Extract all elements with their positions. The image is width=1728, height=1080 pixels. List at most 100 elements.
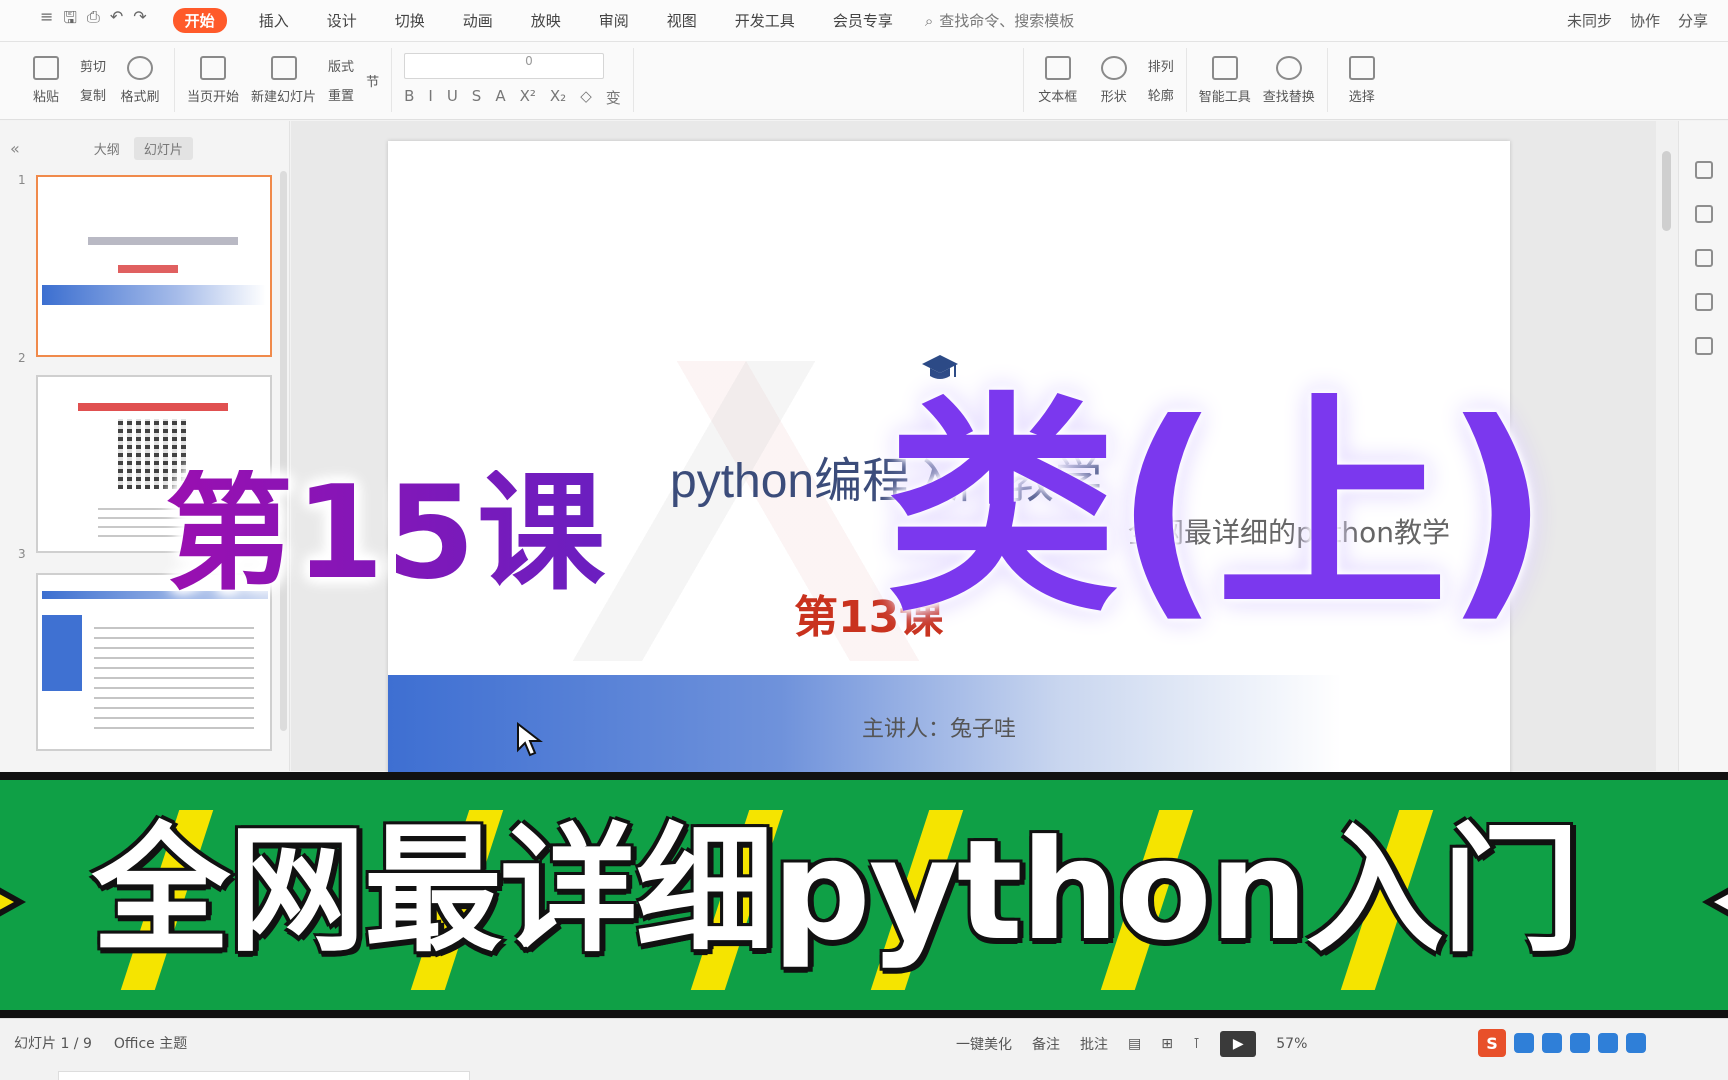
font-color-button[interactable]: A	[495, 87, 505, 108]
status-right: 一键美化 备注 批注 ▤ ⊞ ⊺ ▶ 57%	[956, 1031, 1307, 1057]
tray-icon[interactable]	[1570, 1033, 1590, 1053]
ribbon-group-font: 0 B I U S A X² X₂ ◇ 变	[392, 48, 634, 112]
sync-button[interactable]: 未同步	[1567, 10, 1612, 31]
banner-arrow-left-icon	[0, 882, 26, 922]
textbox-button[interactable]: 文本框	[1036, 55, 1080, 105]
notes-button[interactable]: 备注	[1032, 1034, 1060, 1054]
tab-developer[interactable]: 开发工具	[729, 8, 801, 33]
reading-view-icon[interactable]: ⊺	[1193, 1036, 1200, 1052]
history-icon[interactable]	[1695, 293, 1713, 311]
strike-button[interactable]: S	[472, 87, 482, 108]
select-button[interactable]: 选择	[1340, 55, 1384, 105]
paste-button[interactable]: 粘贴	[24, 55, 68, 105]
search-placeholder: 查找命令、搜索模板	[939, 12, 1075, 30]
tray-icon[interactable]	[1514, 1033, 1534, 1053]
find-replace-button[interactable]: 查找替换	[1262, 55, 1315, 105]
tab-review[interactable]: 审阅	[593, 8, 635, 33]
redo-icon[interactable]: ↷	[133, 7, 146, 34]
tab-outline[interactable]: 大纲	[94, 139, 120, 158]
tab-transition[interactable]: 切换	[389, 8, 431, 33]
cut-button[interactable]: 剪切	[80, 56, 106, 75]
slide-number: 2	[18, 351, 26, 365]
tab-slideshow[interactable]: 放映	[525, 8, 567, 33]
layout-button[interactable]: 版式	[328, 56, 354, 75]
underline-button[interactable]: U	[447, 87, 458, 108]
font-size-value: 0	[525, 53, 533, 68]
share-button[interactable]: 分享	[1678, 10, 1708, 31]
collab-button[interactable]: 协作	[1630, 10, 1660, 31]
new-slide-label: 新建幻灯片	[251, 89, 317, 105]
textbox-icon	[1044, 55, 1071, 80]
format-row: B I U S A X² X₂ ◇ 变	[404, 87, 621, 108]
bottom-edge-bar	[58, 1071, 470, 1080]
change-case-button[interactable]: 变	[606, 87, 621, 108]
play-current-button[interactable]: 当页开始	[187, 55, 240, 105]
sorter-view-icon[interactable]: ⊞	[1161, 1036, 1173, 1052]
zoom-control[interactable]: 57%	[1276, 1036, 1307, 1052]
properties-icon[interactable]	[1695, 161, 1713, 179]
section-button[interactable]: 节	[366, 71, 379, 90]
cursor-icon	[1348, 55, 1375, 80]
thumb-red-line	[78, 403, 228, 411]
new-slide-button[interactable]: 新建幻灯片	[251, 55, 317, 105]
find-replace-label: 查找替换	[1262, 89, 1315, 105]
clear-format-button[interactable]: ◇	[580, 87, 592, 108]
copy-button[interactable]: 复制	[80, 85, 106, 104]
tab-member[interactable]: 会员专享	[827, 8, 899, 33]
tray-icon[interactable]	[1542, 1033, 1562, 1053]
format-painter-button[interactable]: 格式刷	[118, 55, 162, 105]
outline-button[interactable]: 轮廓	[1148, 85, 1174, 104]
normal-view-icon[interactable]: ▤	[1128, 1036, 1141, 1052]
tray-icon[interactable]	[1598, 1033, 1618, 1053]
design-pane-icon[interactable]	[1695, 249, 1713, 267]
smart-tools-button[interactable]: 智能工具	[1198, 55, 1251, 105]
canvas-scrollbar[interactable]	[1656, 121, 1678, 771]
tab-home[interactable]: 开始	[172, 8, 227, 33]
collapse-panel-icon[interactable]: «	[10, 139, 20, 158]
comments-button[interactable]: 批注	[1080, 1034, 1108, 1054]
ime-logo-icon[interactable]: S	[1478, 1029, 1506, 1057]
superscript-button[interactable]: X²	[520, 87, 536, 108]
overlay-topic-title: 类(上)	[886, 373, 1550, 643]
save-icon[interactable]: 🖫	[63, 7, 77, 34]
mouse-cursor-icon	[517, 722, 543, 757]
slide-thumbnail-1[interactable]	[36, 175, 272, 357]
search-icon: ⌕	[924, 11, 934, 30]
ribbon-group-clipboard: 粘贴 剪切 复制 格式刷	[12, 48, 176, 112]
print-icon[interactable]: ⎙	[87, 7, 100, 34]
ribbon: 粘贴 剪切 复制 格式刷 当页开始 新建幻灯片 版式 重置 节 0 B I U …	[0, 42, 1728, 120]
animation-pane-icon[interactable]	[1695, 205, 1713, 223]
play-current-label: 当页开始	[187, 89, 240, 105]
arrange-button[interactable]: 排列	[1148, 56, 1174, 75]
italic-button[interactable]: I	[428, 87, 432, 108]
reset-button[interactable]: 重置	[328, 85, 354, 104]
smart-tools-label: 智能工具	[1198, 89, 1251, 105]
slide-presenter[interactable]: 主讲人：兔子哇	[862, 711, 1016, 743]
beautify-button[interactable]: 一键美化	[956, 1034, 1012, 1054]
menu-icon[interactable]: ≡	[40, 7, 53, 34]
tab-design[interactable]: 设计	[321, 8, 363, 33]
tab-slides[interactable]: 幻灯片	[133, 137, 193, 160]
tab-animation[interactable]: 动画	[457, 8, 499, 33]
ribbon-group-tools: 智能工具 查找替换	[1187, 48, 1328, 112]
slideshow-play-button[interactable]: ▶	[1220, 1031, 1257, 1057]
tray-icon[interactable]	[1626, 1033, 1646, 1053]
font-size-field[interactable]: 0	[404, 52, 605, 79]
command-search[interactable]: ⌕ 查找命令、搜索模板	[925, 10, 1074, 31]
brush-icon	[127, 55, 154, 80]
select-label: 选择	[1348, 89, 1375, 105]
undo-icon[interactable]: ↶	[110, 7, 123, 34]
tab-view[interactable]: 视图	[661, 8, 703, 33]
settings-icon[interactable]	[1695, 337, 1713, 355]
scroll-thumb[interactable]	[1662, 151, 1671, 231]
thumb-red-line	[118, 265, 178, 273]
panel-scrollbar[interactable]	[280, 171, 287, 731]
subscript-button[interactable]: X₂	[550, 87, 566, 108]
panel-tabs: « 大纲 幻灯片	[10, 137, 193, 160]
tab-insert[interactable]: 插入	[253, 8, 295, 33]
theme-name[interactable]: Office 主题	[114, 1033, 187, 1053]
thumb-band	[42, 285, 266, 305]
shape-button[interactable]: 形状	[1092, 55, 1136, 105]
bold-button[interactable]: B	[404, 87, 414, 108]
new-slide-icon	[270, 55, 297, 80]
